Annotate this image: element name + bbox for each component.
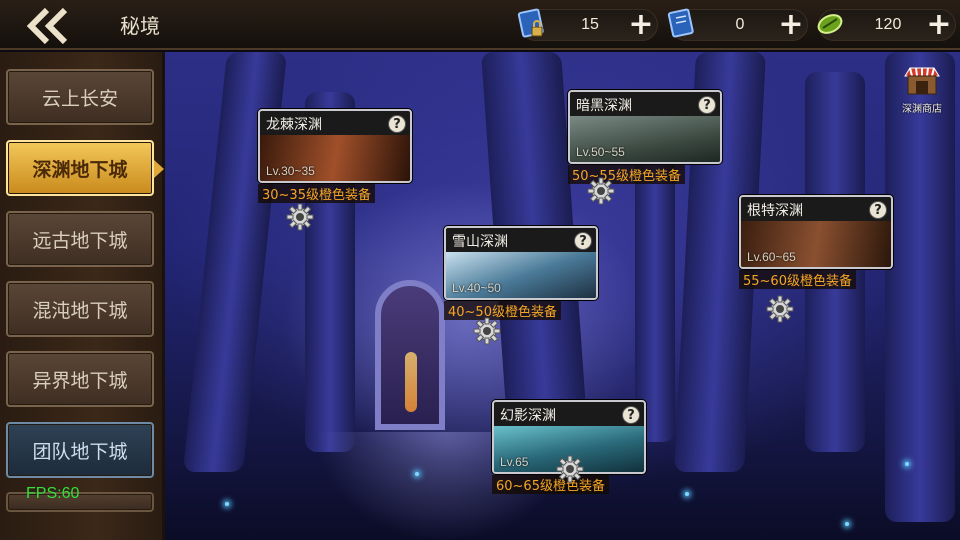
gear-icon[interactable] [285,202,315,232]
abyss-shop-button[interactable]: 深渊商店 [894,66,950,115]
gear-icon[interactable] [472,316,502,346]
sidebar-item-ancient-dungeon[interactable]: 远古地下城 [6,211,154,267]
sidebar-item-cloud-changan[interactable]: 云上长安 [6,69,154,125]
dungeon-reward: 30~35级橙色装备 [258,184,375,203]
add-ticket-button[interactable]: + [777,10,805,40]
dungeon-card-frame[interactable]: 雪山深渊 ? Lv.40~50 [444,226,598,300]
resource-value: 15 [581,16,599,33]
dungeon-card-dark[interactable]: 暗黑深渊 ? Lv.50~55 50~55级橙色装备 [568,90,722,184]
dungeon-name: 雪山深渊 [452,234,508,250]
dungeon-level: Lv.65 [500,455,529,469]
top-bar: 秘境 15 + 0 + 120 + [0,0,960,50]
dungeon-card-frame[interactable]: 暗黑深渊 ? Lv.50~55 [568,90,722,164]
gear-icon[interactable] [555,454,585,484]
sidebar: 云上长安 深渊地下城 远古地下城 混沌地下城 异界地下城 团队地下城 [0,52,165,540]
resource-value: 0 [735,16,745,33]
dungeon-name: 幻影深渊 [500,408,556,424]
firefly [845,522,849,526]
firefly [685,492,689,496]
book-icon [667,8,694,38]
dungeon-level: Lv.50~55 [576,145,625,159]
dungeon-reward: 55~60级橙色装备 [739,270,856,289]
gear-icon[interactable] [765,294,795,324]
shop-stall-icon [904,67,940,95]
resource-ticket: 0 + [667,8,808,41]
add-locked-ticket-button[interactable]: + [627,10,655,40]
gate-light [405,352,417,412]
dungeon-card-frame[interactable]: 根特深渊 ? Lv.60~65 [739,195,893,269]
dungeon-reward: 40~50级橙色装备 [444,301,561,320]
gear-icon[interactable] [586,176,616,206]
green-gem-icon [817,14,843,34]
decorative-banner [165,52,405,92]
back-button[interactable] [14,6,84,46]
tree-trunk [885,52,955,522]
help-icon[interactable]: ? [388,115,406,133]
help-icon[interactable]: ? [698,96,716,114]
resource-locked-ticket: 15 + [517,8,658,41]
locked-book-icon [517,8,544,38]
help-icon[interactable]: ? [574,232,592,250]
sidebar-item-abyss-dungeon[interactable]: 深渊地下城 [6,140,164,196]
dungeon-level: Lv.60~65 [747,250,796,264]
firefly [415,472,419,476]
dungeon-card-gent[interactable]: 根特深渊 ? Lv.60~65 55~60级橙色装备 [739,195,893,289]
sidebar-item-otherworld-dungeon[interactable]: 异界地下城 [6,351,154,407]
firefly [905,462,909,466]
dungeon-reward: 60~65级橙色装备 [492,475,609,494]
dungeon-name: 暗黑深渊 [576,98,632,114]
dungeon-name: 龙棘深渊 [266,117,322,133]
resource-value: 120 [874,16,902,33]
sidebar-item-chaos-dungeon[interactable]: 混沌地下城 [6,281,154,337]
dungeon-card-frame[interactable]: 龙棘深渊 ? Lv.30~35 [258,109,412,183]
dungeon-map: 深渊商店 龙棘深渊 ? Lv.30~35 30~35级橙色装备 暗黑深渊 ? L… [165,52,960,540]
firefly [225,502,229,506]
sidebar-item-team-dungeon[interactable]: 团队地下城 [6,422,154,478]
dungeon-card-dragon-thorn[interactable]: 龙棘深渊 ? Lv.30~35 30~35级橙色装备 [258,109,412,203]
double-chevron-left-icon [26,7,68,45]
dungeon-level: Lv.30~35 [266,164,315,178]
help-icon[interactable]: ? [869,201,887,219]
page-title: 秘境 [120,14,160,38]
resource-gem: 120 + [817,9,956,41]
fps-counter: FPS:60 [26,485,80,502]
shop-label: 深渊商店 [902,104,942,115]
dungeon-name: 根特深渊 [747,203,803,219]
help-icon[interactable]: ? [622,406,640,424]
dungeon-level: Lv.40~50 [452,281,501,295]
dungeon-card-snow-mountain[interactable]: 雪山深渊 ? Lv.40~50 40~50级橙色装备 [444,226,598,320]
add-gem-button[interactable]: + [925,10,953,40]
